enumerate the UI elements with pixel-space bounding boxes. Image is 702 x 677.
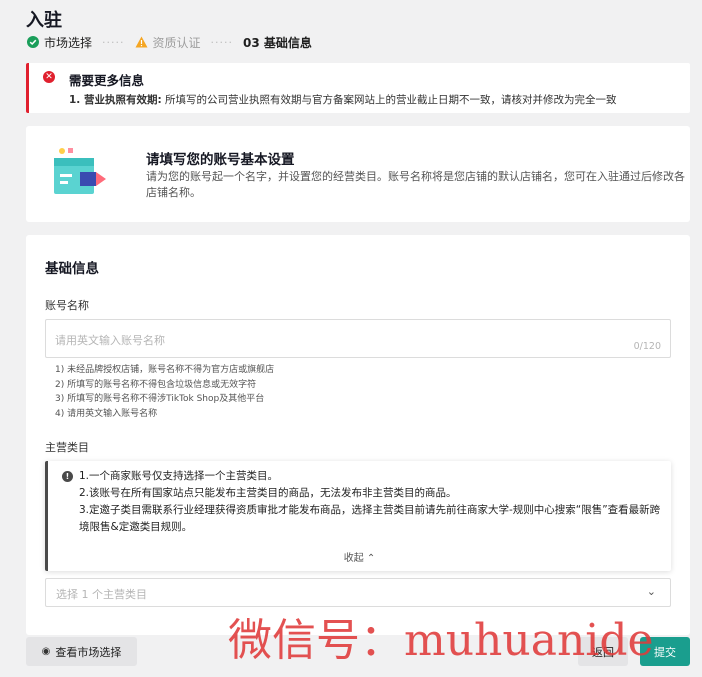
collapse-toggle[interactable]: 收起 ⌃ — [48, 549, 671, 564]
char-counter: 0/120 — [633, 341, 661, 352]
alert-message: 1. 营业执照有效期: 所填写的公司营业执照有效期与官方备案网站上的营业截止日期… — [69, 92, 617, 107]
view-market-label: 查看市场选择 — [55, 645, 122, 659]
intro-card: 请填写您的账号基本设置 请为您的账号起一个名字，并设置您的经营类目。账号名称将是… — [26, 126, 690, 222]
category-placeholder: 选择 1 个主营类目 — [56, 588, 147, 601]
section-title: 基础信息 — [45, 261, 99, 277]
submit-button[interactable]: 提交 — [640, 637, 690, 666]
category-info-box: ! 1.一个商家账号仅支持选择一个主营类目。 2.该账号在所有国家站点只能发布主… — [45, 461, 671, 571]
info-icon: ! — [62, 471, 73, 482]
rule-item: 2) 所填写的账号名称不得包含垃圾信息或无效字符 — [55, 379, 257, 390]
step-qualification: 资质认证 — [135, 34, 201, 51]
chevron-down-icon: ⌄ — [646, 585, 656, 598]
warning-icon — [135, 35, 149, 49]
step-label: 市场选择 — [44, 35, 93, 50]
rule-item: 3) 所填写的账号名称不得涉TikTok Shop及其他平台 — [55, 394, 265, 404]
info-line: 1.一个商家账号仅支持选择一个主营类目。 — [79, 470, 279, 482]
progress-steps: 市场选择 ····· 资质认证 ····· 03 基础信息 — [26, 33, 312, 51]
basic-info-form: 基础信息 账号名称 请用英文输入账号名称 0/120 1) 未经品牌授权店铺，账… — [26, 235, 690, 635]
page-title: 入驻 — [26, 10, 62, 31]
step-divider: ····· — [102, 35, 125, 49]
rule-item: 4) 请用英文输入账号名称 — [55, 408, 158, 419]
back-button[interactable]: 返回 — [578, 637, 628, 666]
error-alert: ✕ 需要更多信息 1. 营业执照有效期: 所填写的公司营业执照有效期与官方备案网… — [26, 63, 690, 113]
intro-description: 请为您的账号起一个名字，并设置您的经营类目。账号名称将是您店铺的默认店铺名，您可… — [146, 170, 685, 199]
chevron-up-icon: ⌃ — [366, 553, 376, 564]
step-basic-info: 03 基础信息 — [243, 34, 312, 51]
collapse-label: 收起 — [343, 553, 364, 564]
step-divider: ····· — [210, 35, 233, 49]
eye-icon: ◉ — [41, 646, 51, 657]
step-label: 资质认证 — [152, 35, 201, 50]
store-box-icon — [54, 148, 106, 194]
rule-item: 1) 未经品牌授权店铺，账号名称不得为官方店或旗舰店 — [55, 365, 275, 375]
alert-title: 需要更多信息 — [69, 73, 145, 88]
account-name-placeholder: 请用英文输入账号名称 — [55, 334, 165, 347]
alert-item-prefix: 1. 营业执照有效期: — [69, 94, 162, 106]
alert-item-text: 所填写的公司营业执照有效期与官方备案网站上的营业截止日期不一致，请核对并修改为完… — [161, 94, 617, 106]
step-label: 03 基础信息 — [243, 35, 312, 50]
main-category-label: 主营类目 — [45, 441, 89, 454]
main-category-select[interactable]: 选择 1 个主营类目 ⌄ — [45, 578, 671, 607]
account-name-input[interactable]: 请用英文输入账号名称 0/120 — [45, 319, 671, 358]
info-line: 3.定邀子类目需联系行业经理获得资质审批才能发布商品，选择主营类目前请先前往商家… — [79, 504, 661, 533]
check-circle-icon — [26, 35, 40, 49]
step-market: 市场选择 — [26, 34, 92, 51]
info-line: 2.该账号在所有国家站点只能发布主营类目的商品，无法发布非主营类目的商品。 — [79, 487, 457, 499]
intro-title: 请填写您的账号基本设置 — [146, 152, 295, 168]
account-name-label: 账号名称 — [45, 299, 89, 312]
view-market-button[interactable]: ◉ 查看市场选择 — [26, 637, 137, 666]
error-icon: ✕ — [43, 71, 55, 83]
account-name-rules: 1) 未经品牌授权店铺，账号名称不得为官方店或旗舰店 2) 所填写的账号名称不得… — [55, 363, 274, 421]
